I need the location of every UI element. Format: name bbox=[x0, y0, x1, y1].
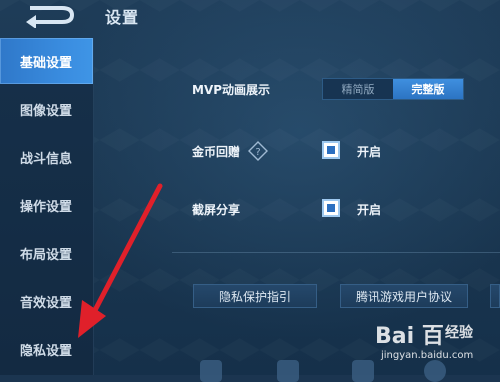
sidebar-item-label: 操作设置 bbox=[20, 199, 73, 215]
sidebar-item-image-settings[interactable]: 图像设置 bbox=[0, 86, 93, 132]
watermark-brand: Bai 百 bbox=[375, 324, 444, 349]
question-diamond-icon[interactable]: ? bbox=[248, 141, 268, 161]
section-divider bbox=[172, 252, 500, 253]
sidebar: 基础设置 图像设置 战斗信息 操作设置 布局设置 音效设置 隐私设置 bbox=[0, 38, 94, 375]
sidebar-item-label: 音效设置 bbox=[20, 295, 73, 311]
checkbox-checked-mark bbox=[327, 204, 335, 212]
bottom-app-icon[interactable] bbox=[200, 360, 222, 382]
sidebar-item-basic-settings[interactable]: 基础设置 bbox=[0, 38, 93, 84]
sidebar-item-battle-info[interactable]: 战斗信息 bbox=[0, 134, 93, 180]
mvp-option-full[interactable]: 完整版 bbox=[393, 79, 463, 99]
header: 设置 bbox=[0, 0, 500, 38]
baidu-jingyan-watermark: Bai 百 经验 jingyan.baidu.com bbox=[375, 318, 495, 370]
watermark-sub: 经验 bbox=[445, 325, 473, 341]
svg-text:?: ? bbox=[255, 147, 260, 158]
sidebar-item-label: 隐私设置 bbox=[20, 343, 73, 359]
bottom-app-icon[interactable] bbox=[277, 360, 299, 382]
mvp-animation-segmented-control: 精简版 完整版 bbox=[322, 78, 464, 100]
sidebar-item-sound-settings[interactable]: 音效设置 bbox=[0, 278, 93, 324]
screenshot-share-label: 截屏分享 bbox=[192, 203, 241, 217]
sidebar-item-label: 布局设置 bbox=[20, 247, 73, 263]
coin-gift-checkbox-label: 开启 bbox=[357, 145, 382, 159]
page-title: 设置 bbox=[105, 8, 140, 27]
watermark-url: jingyan.baidu.com bbox=[381, 350, 474, 361]
sidebar-item-control-settings[interactable]: 操作设置 bbox=[0, 182, 93, 228]
screenshot-share-checkbox[interactable] bbox=[322, 199, 340, 217]
more-link-button[interactable] bbox=[490, 284, 500, 308]
mvp-option-lite[interactable]: 精简版 bbox=[323, 79, 393, 99]
back-arrow-icon[interactable] bbox=[22, 2, 82, 28]
coin-gift-checkbox[interactable] bbox=[322, 141, 340, 159]
user-agreement-button[interactable]: 腾讯游戏用户协议 bbox=[340, 284, 468, 308]
sidebar-item-label: 图像设置 bbox=[20, 103, 73, 119]
privacy-guide-button[interactable]: 隐私保护指引 bbox=[193, 284, 317, 308]
sidebar-item-privacy-settings[interactable]: 隐私设置 bbox=[0, 326, 93, 372]
screenshot-share-checkbox-label: 开启 bbox=[357, 203, 382, 217]
bottom-app-icon[interactable] bbox=[352, 360, 374, 382]
sidebar-item-label: 基础设置 bbox=[20, 55, 73, 71]
sidebar-item-label: 战斗信息 bbox=[20, 151, 73, 167]
checkbox-checked-mark bbox=[327, 146, 335, 154]
sidebar-item-layout-settings[interactable]: 布局设置 bbox=[0, 230, 93, 276]
coin-gift-label: 金币回赠 bbox=[192, 145, 241, 159]
mvp-animation-label: MVP动画展示 bbox=[192, 83, 271, 97]
